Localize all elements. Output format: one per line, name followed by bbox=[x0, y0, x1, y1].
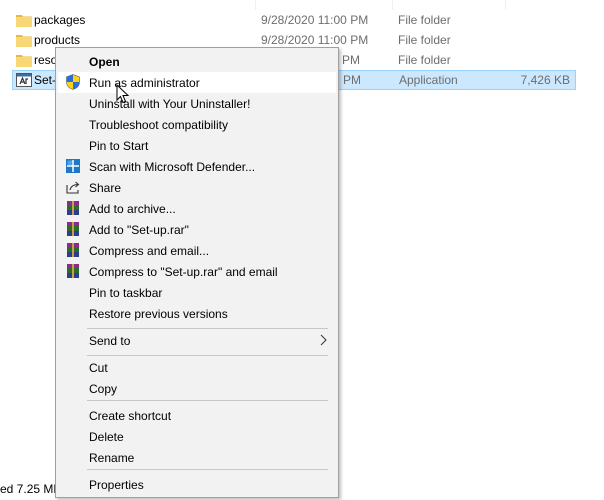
menu-item-delete[interactable]: Delete bbox=[58, 426, 336, 447]
menu-item-label: Run as administrator bbox=[89, 75, 200, 90]
menu-item-label: Troubleshoot compatibility bbox=[89, 117, 228, 132]
menu-item-label: Add to "Set-up.rar" bbox=[89, 222, 189, 237]
menu-item-run-as-administrator[interactable]: Run as administrator bbox=[58, 72, 336, 93]
column-divider[interactable] bbox=[392, 0, 393, 10]
folder-icon bbox=[16, 33, 32, 47]
menu-item-label: Pin to Start bbox=[89, 138, 149, 153]
menu-item-compress-and-email[interactable]: Compress and email... bbox=[58, 240, 336, 261]
menu-item-pin-to-taskbar[interactable]: Pin to taskbar bbox=[58, 282, 336, 303]
menu-item-share[interactable]: Share bbox=[58, 177, 336, 198]
menu-item-cut[interactable]: Cut bbox=[58, 357, 336, 378]
menu-item-compress-to-rar-and-email[interactable]: Compress to "Set-up.rar" and email bbox=[58, 261, 336, 282]
file-type: File folder bbox=[398, 13, 451, 27]
menu-item-send-to[interactable]: Send to bbox=[58, 330, 336, 351]
menu-item-label: Properties bbox=[89, 477, 144, 492]
menu-item-properties[interactable]: Properties bbox=[58, 474, 336, 495]
uac-shield-icon bbox=[65, 74, 81, 90]
chevron-right-icon bbox=[320, 334, 327, 346]
menu-item-label: Compress and email... bbox=[89, 243, 210, 258]
menu-item-add-to-archive[interactable]: Add to archive... bbox=[58, 198, 336, 219]
menu-separator bbox=[87, 328, 328, 329]
folder-icon bbox=[16, 53, 32, 67]
file-name: products bbox=[34, 33, 81, 47]
menu-item-pin-to-start[interactable]: Pin to Start bbox=[58, 135, 336, 156]
winrar-icon bbox=[65, 242, 81, 258]
mouse-pointer-icon bbox=[116, 83, 130, 104]
file-date: PM bbox=[342, 53, 360, 67]
menu-separator bbox=[87, 355, 328, 356]
folder-icon bbox=[16, 13, 32, 27]
menu-item-add-to-setup-rar[interactable]: Add to "Set-up.rar" bbox=[58, 219, 336, 240]
file-name: reso bbox=[34, 53, 58, 67]
menu-item-label: Share bbox=[89, 180, 122, 195]
application-icon bbox=[16, 73, 32, 87]
menu-item-label: Uninstall with Your Uninstaller! bbox=[89, 96, 251, 111]
file-name: Set- bbox=[34, 73, 57, 87]
menu-item-label: Add to archive... bbox=[89, 201, 176, 216]
menu-separator bbox=[87, 469, 328, 470]
menu-item-label: Copy bbox=[89, 381, 118, 396]
menu-item-label: Open bbox=[89, 54, 120, 69]
menu-item-troubleshoot-compatibility[interactable]: Troubleshoot compatibility bbox=[58, 114, 336, 135]
file-date: 9/28/2020 11:00 PM bbox=[261, 33, 369, 47]
menu-item-label: Cut bbox=[89, 360, 108, 375]
status-bar: ed 7.25 MB bbox=[0, 480, 61, 498]
file-date: 9/28/2020 11:00 PM bbox=[261, 13, 369, 27]
file-size: 7,426 KB bbox=[520, 73, 570, 87]
file-type: File folder bbox=[398, 33, 451, 47]
column-divider[interactable] bbox=[255, 0, 256, 10]
menu-item-scan-defender[interactable]: Scan with Microsoft Defender... bbox=[58, 156, 336, 177]
menu-item-restore-previous-versions[interactable]: Restore previous versions bbox=[58, 303, 336, 324]
menu-item-label: Delete bbox=[89, 429, 124, 444]
context-menu: Open Run as administrator Uninstall with… bbox=[55, 47, 339, 498]
column-divider[interactable] bbox=[505, 0, 506, 10]
menu-item-label: Restore previous versions bbox=[89, 306, 228, 321]
file-type: Application bbox=[399, 73, 458, 87]
file-name: packages bbox=[34, 13, 86, 27]
file-row-packages[interactable]: packages 9/28/2020 11:00 PM File folder bbox=[0, 10, 604, 30]
menu-item-label: Send to bbox=[89, 333, 131, 348]
menu-item-label: Scan with Microsoft Defender... bbox=[89, 159, 256, 174]
menu-item-label: Pin to taskbar bbox=[89, 285, 163, 300]
defender-icon bbox=[65, 158, 81, 174]
menu-item-create-shortcut[interactable]: Create shortcut bbox=[58, 405, 336, 426]
file-type: File folder bbox=[398, 53, 451, 67]
file-date: PM bbox=[343, 73, 361, 87]
winrar-icon bbox=[65, 263, 81, 279]
share-icon bbox=[65, 179, 81, 195]
menu-item-open[interactable]: Open bbox=[58, 51, 336, 72]
status-text: ed 7.25 MB bbox=[0, 482, 62, 496]
winrar-icon bbox=[65, 221, 81, 237]
winrar-icon bbox=[65, 200, 81, 216]
menu-item-copy[interactable]: Copy bbox=[58, 378, 336, 399]
menu-item-label: Compress to "Set-up.rar" and email bbox=[89, 264, 278, 279]
menu-item-label: Create shortcut bbox=[89, 408, 172, 423]
menu-separator bbox=[87, 400, 328, 401]
menu-item-rename[interactable]: Rename bbox=[58, 447, 336, 468]
menu-item-uninstall[interactable]: Uninstall with Your Uninstaller! bbox=[58, 93, 336, 114]
menu-item-label: Rename bbox=[89, 450, 135, 465]
